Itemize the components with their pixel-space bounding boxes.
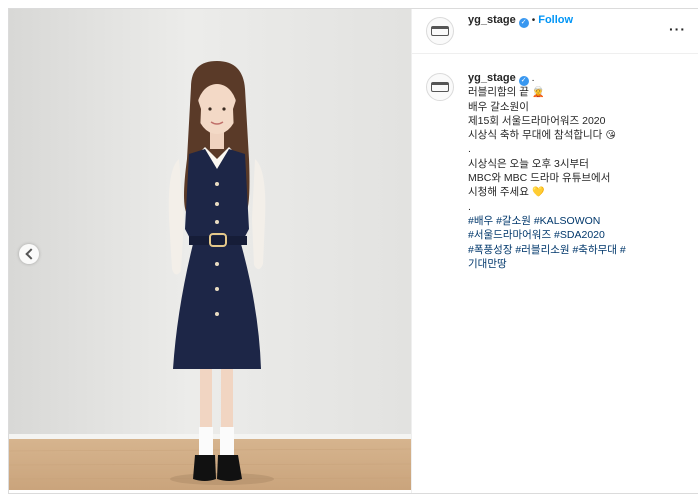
hashtag-row: 기대만땅 (468, 257, 692, 271)
hashtag-link[interactable]: #SDA2020 (554, 229, 605, 241)
caption-line: 시상식 축하 무대에 참석합니다 😘 (468, 128, 692, 142)
verified-badge-icon: ✓ (518, 18, 529, 28)
caption-line: 배우 갈소원이 (468, 100, 692, 114)
hashtag-link[interactable]: #서울드라마어워즈 (468, 229, 551, 241)
hashtag-link[interactable]: #배우 (468, 215, 493, 227)
caption-line-text: 제15회 서울드라마어워즈 2020 (468, 114, 606, 127)
hashtag-link[interactable]: 기대만땅 (468, 258, 507, 270)
hashtag-link[interactable]: #축하무대 (572, 244, 616, 256)
hashtag-row: #배우 #갈소원 #KALSOWON (468, 214, 692, 228)
header-identity: yg_stage ✓ • Follow (468, 12, 573, 28)
carousel-prev-button[interactable] (19, 244, 39, 264)
post-sidebar: yg_stage ✓ • Follow ··· yg_stage ✓ . 러블리함의 끝… (411, 9, 698, 493)
hashtag-link[interactable]: # (620, 244, 626, 256)
more-options-icon[interactable]: ··· (669, 21, 686, 37)
header-separator: • (531, 15, 536, 26)
caption-line: . (468, 142, 692, 156)
caption-line: . (468, 200, 692, 214)
post-caption: yg_stage ✓ . 러블리함의 끝 🧝 배우 갈소원이 제15회 서울드라마어워… (468, 71, 692, 271)
caption-body: 러블리함의 끝 🧝 배우 갈소원이 제15회 서울드라마어워즈 2020 시상식 축하… (468, 85, 692, 214)
caption-line-text: 시상식 축하 무대에 참석합니다 (468, 129, 603, 142)
caption-line-text: 시청해 주세요 (468, 186, 529, 199)
caption-username[interactable]: yg_stage (468, 72, 516, 84)
caption-line-text: . (468, 200, 471, 213)
emoji-icon: 😘 (602, 130, 616, 142)
caption-avatar[interactable] (426, 73, 454, 101)
post-header: yg_stage ✓ • Follow ··· (412, 9, 698, 54)
caption-line-text: 러블리함의 끝 (468, 86, 529, 99)
caption-line-text: 배우 갈소원이 (468, 100, 529, 113)
hashtag-link[interactable]: #폭풍성장 (468, 244, 512, 256)
follow-button[interactable]: Follow (538, 14, 573, 26)
caption-line: 시상식은 오늘 오후 3시부터 (468, 157, 692, 171)
hashtag-link[interactable]: #갈소원 (496, 215, 531, 227)
emoji-icon: 💛 (528, 187, 545, 199)
caption-line-text: 시상식은 오늘 오후 3시부터 (468, 157, 589, 170)
hashtag-link[interactable]: #러블리소원 (515, 244, 569, 256)
caption-dot: . (531, 72, 535, 84)
post-photo[interactable] (9, 9, 411, 490)
avatar-logo (431, 26, 449, 36)
yg-stage-logo-icon[interactable] (426, 17, 454, 45)
caption-line-text: . (468, 143, 471, 156)
caption-line: 시청해 주세요 💛 (468, 185, 692, 199)
hashtag-link[interactable]: #KALSOWON (534, 215, 601, 227)
caption-hashtags: #배우 #갈소원 #KALSOWON #서울드라마어워즈 #SDA2020 #폭풍성… (468, 214, 692, 271)
emoji-icon: 🧝 (528, 87, 545, 99)
chevron-left-icon (24, 248, 37, 260)
caption-line-text: MBC와 MBC 드라마 유튜브에서 (468, 172, 611, 185)
header-username[interactable]: yg_stage (468, 14, 516, 26)
caption-author-line: yg_stage ✓ . (468, 71, 692, 86)
hashtag-row: #서울드라마어워즈 #SDA2020 (468, 228, 692, 242)
hashtag-row: #폭풍성장 #러블리소원 #축하무대 # (468, 243, 692, 257)
caption-line: MBC와 MBC 드라마 유튜브에서 (468, 171, 692, 185)
caption-line: 제15회 서울드라마어워즈 2020 (468, 114, 692, 128)
photo-illustration (9, 9, 411, 490)
caption-line: 러블리함의 끝 🧝 (468, 85, 692, 99)
caption-avatar-logo (431, 82, 449, 92)
